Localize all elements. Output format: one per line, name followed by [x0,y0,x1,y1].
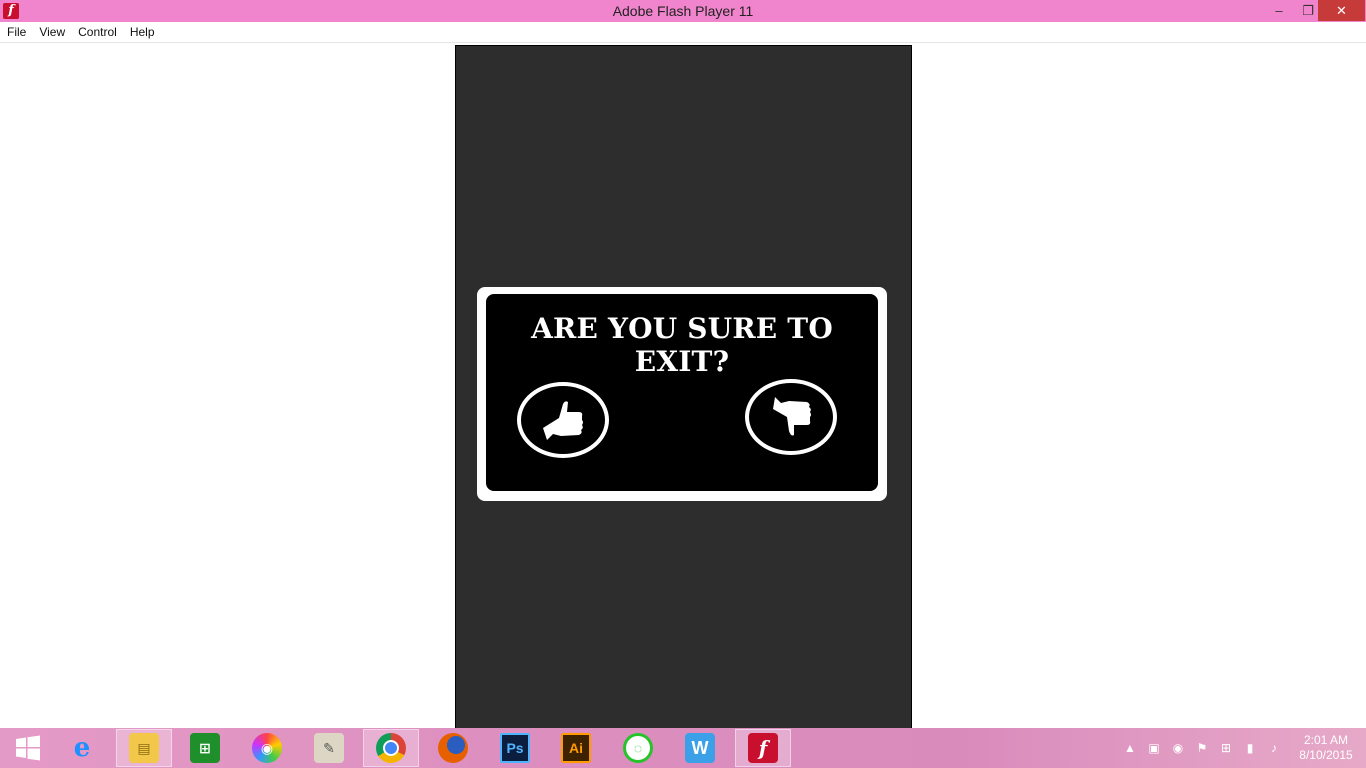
confirm-exit-button[interactable] [517,382,609,458]
exit-dialog-panel: ARE YOU SURE TO EXIT? [486,294,878,491]
menu-view[interactable]: View [32,22,71,42]
action-center-flag-icon[interactable]: ⚑ [1194,740,1210,756]
chrome-tray-icon[interactable]: ◉ [1170,740,1186,756]
flash-player-icon: f [748,733,778,763]
volume-icon[interactable]: ♪ [1266,740,1282,756]
clock-time: 2:01 AM [1303,733,1349,747]
photoshop-icon: Ps [500,733,530,763]
thumbs-down-icon [773,397,811,436]
taskbar-file-explorer[interactable]: ▤ [116,729,172,767]
show-hidden-icons-icon[interactable]: ▲ [1122,740,1138,756]
file-explorer-icon: ▤ [129,733,159,763]
taskbar-wps[interactable]: W [672,729,728,767]
taskbar-paper-app[interactable]: ✎ [301,729,357,767]
start-button[interactable] [0,729,56,767]
menu-bar: File View Control Help [0,22,1366,43]
taskbar-line-chat[interactable]: ◌ [610,729,666,767]
taskbar-firefox[interactable] [425,729,481,767]
menu-control[interactable]: Control [71,22,123,42]
close-button[interactable]: ✕ [1318,0,1365,21]
system-tray: ▲ ▣ ◉ ⚑ ⊞ ▮ ♪ [1122,728,1290,768]
chrome-icon [376,733,406,763]
exit-dialog: ARE YOU SURE TO EXIT? [477,287,887,501]
menu-help[interactable]: Help [123,22,161,42]
taskbar-store[interactable]: ⊞ [177,729,233,767]
maximize-button[interactable]: ❐ [1296,0,1320,21]
taskbar-illustrator[interactable]: Ai [548,729,604,767]
wps-icon: W [685,733,715,763]
battery-icon[interactable]: ▮ [1242,740,1258,756]
illustrator-icon: Ai [561,733,591,763]
exit-dialog-title: ARE YOU SURE TO EXIT? [531,312,833,378]
color-app-icon: ◉ [252,733,282,763]
windows-store-icon: ⊞ [190,733,220,763]
taskbar-internet-explorer[interactable]: e [54,729,110,767]
clock-date: 8/10/2015 [1299,748,1353,762]
internet-explorer-icon: e [73,733,91,763]
thumbs-up-icon [543,401,583,440]
windows-tray-icon[interactable]: ⊞ [1218,740,1234,756]
taskbar-photoshop[interactable]: Ps [487,729,543,767]
title-bar: f Adobe Flash Player 11 – ❐ ✕ [0,0,1366,22]
taskbar-flash-player[interactable]: f [735,729,791,767]
taskbar-chrome[interactable] [363,729,419,767]
windows-start-icon [16,735,40,761]
taskbar-color-app[interactable]: ◉ [239,729,295,767]
cancel-exit-button[interactable] [745,379,837,455]
network-icon[interactable]: ▣ [1146,740,1162,756]
paper-app-icon: ✎ [314,733,344,763]
taskbar: e ▤ ⊞ ◉ ✎ Ps Ai ◌ W f ▲ ▣ ◉ ⚑ ⊞ ▮ ♪ 2:01… [0,728,1366,768]
window-title: Adobe Flash Player 11 [612,3,754,19]
menu-file[interactable]: File [0,22,32,42]
minimize-button[interactable]: – [1262,0,1296,21]
line-chat-icon: ◌ [623,733,653,763]
system-clock[interactable]: 2:01 AM 8/10/2015 [1288,733,1364,763]
firefox-icon [438,733,468,763]
